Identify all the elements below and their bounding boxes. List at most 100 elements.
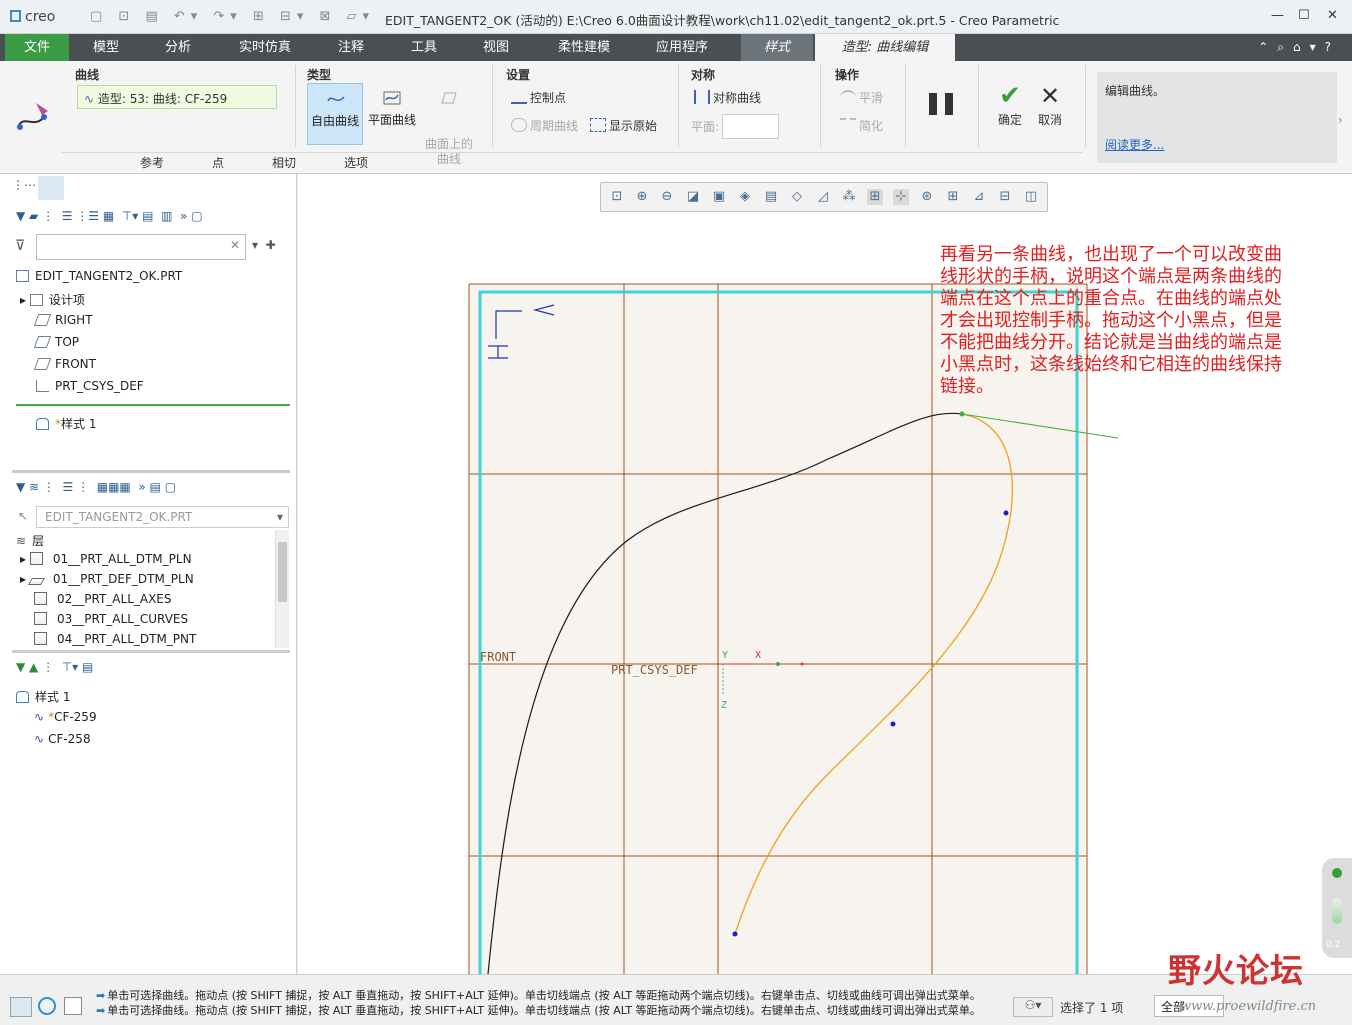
chevron-right-icon[interactable]: › (1338, 113, 1343, 127)
curve-icon: ∿ (34, 732, 45, 746)
planar-curve-button[interactable]: 平面曲线 (364, 83, 420, 145)
layer-icon (27, 578, 45, 585)
select-arrow-icon[interactable]: ↖ (18, 509, 28, 523)
panel-divider[interactable] (12, 470, 290, 473)
tab-tangency[interactable]: 相切 (249, 153, 319, 173)
tree-item-csys[interactable]: PRT_CSYS_DEF (36, 379, 144, 393)
check-icon: ✔ (999, 81, 1021, 111)
insert-indicator[interactable] (16, 404, 290, 406)
periodic-curve-button[interactable]: 周期曲线 (511, 117, 578, 134)
tab-options[interactable]: 选项 (321, 153, 391, 173)
layer-toolbar[interactable]: ▼ ≋ ⋮ ☰ ⋮ ▦▦▦ » ▤ ▢ (16, 480, 176, 504)
curve-edit-icon (17, 103, 48, 130)
window-title: EDIT_TANGENT2_OK (活动的) E:\Creo 6.0曲面设计教程… (385, 13, 1060, 28)
quick-access-toolbar[interactable]: ▢ ⊡ ▤ ↶▾ ↷▾ ⊞ ⊟▾ ⊠ ▱▾ (90, 9, 375, 24)
type-group-title: 类型 (307, 68, 332, 82)
layer-item[interactable]: ▸ 01__PRT_ALL_DTM_PLN (20, 552, 192, 566)
status-message: 单击可选择曲线。拖动点 (按 SHIFT 捕捉，按 ALT 垂直拖动，按 SHI… (96, 1002, 981, 1018)
layer-item[interactable]: 03__PRT_ALL_CURVES (34, 612, 188, 626)
tree-toolbar[interactable]: ▼ ▰ ⋮ ☰ ⋮☰ ▦ ⊤▾ ▤ ▥ » ▢ (16, 209, 203, 233)
cancel-button[interactable]: ✕ 取消 (1036, 81, 1064, 128)
close-window-button[interactable]: ✕ (1327, 8, 1338, 23)
curve-icon: ∿ (84, 92, 98, 106)
model-tree-tab-icon[interactable]: ⋮⋯ (12, 178, 36, 202)
layer-icon (34, 632, 47, 645)
tab-annotate[interactable]: 注释 (325, 34, 377, 61)
curve-endpoint[interactable] (959, 411, 965, 417)
tab-references[interactable]: 参考 (117, 153, 187, 173)
style-tree-root[interactable]: 样式 1 (16, 688, 70, 705)
tab-curve-edit[interactable]: 造型: 曲线编辑 (815, 34, 955, 61)
tab-applications[interactable]: 应用程序 (643, 34, 721, 61)
layer-item[interactable]: 04__PRT_ALL_DTM_PNT (34, 632, 196, 646)
ok-button[interactable]: ✔ 确定 (994, 81, 1026, 128)
tree-item-style1[interactable]: *样式 1 (36, 415, 96, 432)
layer-item[interactable]: ▸ 01__PRT_DEF_DTM_PLN (20, 572, 194, 586)
tab-live-simulation[interactable]: 实时仿真 (226, 34, 304, 61)
clear-search-icon[interactable]: ✕ (230, 238, 240, 252)
curve-on-surface-button[interactable]: 曲面上的 曲线 (421, 83, 477, 166)
csys-label: PRT_CSYS_DEF (611, 663, 698, 677)
fullscreen-icon[interactable] (64, 997, 82, 1015)
tree-item-design-items[interactable]: ▸ 设计项 (20, 291, 85, 308)
minimize-button[interactable]: — (1271, 8, 1284, 23)
surface-curve-icon (441, 92, 457, 104)
simplify-icon (840, 118, 856, 132)
tree-root[interactable]: EDIT_TANGENT2_OK.PRT (16, 269, 182, 283)
symmetry-group-title: 对称 (691, 68, 716, 82)
axis-x-label: X (755, 650, 761, 661)
symmetric-curve-button[interactable]: 对称曲线 (694, 89, 761, 106)
part-icon (16, 270, 29, 282)
tab-tools[interactable]: 工具 (398, 34, 450, 61)
style-tree-curve[interactable]: ∿ *CF-259 (34, 710, 97, 724)
control-points-button[interactable]: 控制点 (511, 89, 566, 106)
tab-file[interactable]: 文件 (5, 34, 69, 61)
tree-search-options[interactable]: ▾ ✚ (252, 238, 276, 262)
browser-toggle-icon[interactable] (38, 997, 56, 1015)
menu-right-tools[interactable]: ⌃⌕⌂▾? (1258, 40, 1340, 55)
tree-item-right[interactable]: RIGHT (33, 313, 93, 327)
smooth-button[interactable]: 平滑 (840, 89, 883, 106)
tree-item-front[interactable]: FRONT (33, 357, 96, 371)
settings-group-title: 设置 (506, 68, 531, 82)
datum-plane-icon (33, 314, 52, 326)
tab-flexible-modeling[interactable]: 柔性建模 (545, 34, 623, 61)
curve-collector[interactable]: ∿ 造型: 53: 曲线: CF-259 (77, 85, 277, 109)
simplify-button[interactable]: 简化 (840, 117, 883, 134)
layer-scrollbar[interactable] (275, 530, 289, 648)
tab-style[interactable]: 样式 (741, 34, 813, 61)
layer-icon (34, 612, 47, 625)
plane-field[interactable] (722, 114, 779, 139)
tab-view[interactable]: 视图 (470, 34, 522, 61)
axis-z-label: Z (721, 700, 727, 711)
tab-model[interactable]: 模型 (80, 34, 132, 61)
filter-icon[interactable]: ⊽ (15, 238, 25, 254)
style-tree-toolbar[interactable]: ▼ ▲ ⋮ ⊤▾ ▤ (16, 660, 93, 684)
free-curve-button[interactable]: 自由曲线 (307, 83, 363, 145)
layer-model-dropdown[interactable]: EDIT_TANGENT2_OK.PRT ▾ (36, 506, 289, 528)
folder-browser-tab-icon[interactable] (38, 176, 64, 200)
symmetric-curve-icon (694, 90, 710, 104)
control-points-icon (511, 90, 527, 104)
show-original-button[interactable]: 显示原始 (590, 117, 657, 134)
help-text: 编辑曲线。 (1105, 84, 1166, 98)
tab-points[interactable]: 点 (183, 153, 253, 173)
control-point[interactable] (732, 931, 738, 937)
control-point[interactable] (890, 721, 896, 727)
tree-search-input[interactable]: ✕ (36, 234, 246, 260)
speed-bar-icon (1332, 898, 1342, 924)
style-feature-icon (36, 418, 49, 430)
front-plane-label: FRONT (480, 650, 516, 664)
read-more-link[interactable]: 阅读更多... (1105, 136, 1164, 153)
maximize-button[interactable]: ☐ (1298, 8, 1310, 23)
tree-item-top[interactable]: TOP (33, 335, 79, 349)
layer-item[interactable]: 02__PRT_ALL_AXES (34, 592, 172, 606)
title-bar: creo ▢ ⊡ ▤ ↶▾ ↷▾ ⊞ ⊟▾ ⊠ ▱▾ EDIT_TANGENT2… (0, 0, 1352, 34)
pause-button[interactable] (929, 93, 953, 115)
style-tree-curve[interactable]: ∿ CF-258 (34, 732, 91, 746)
panel-divider[interactable] (12, 650, 290, 653)
navigator-toggle-icon[interactable] (10, 997, 32, 1017)
control-point[interactable] (1003, 510, 1009, 516)
tab-analysis[interactable]: 分析 (152, 34, 204, 61)
find-button[interactable]: ⚇▾ (1013, 997, 1053, 1017)
